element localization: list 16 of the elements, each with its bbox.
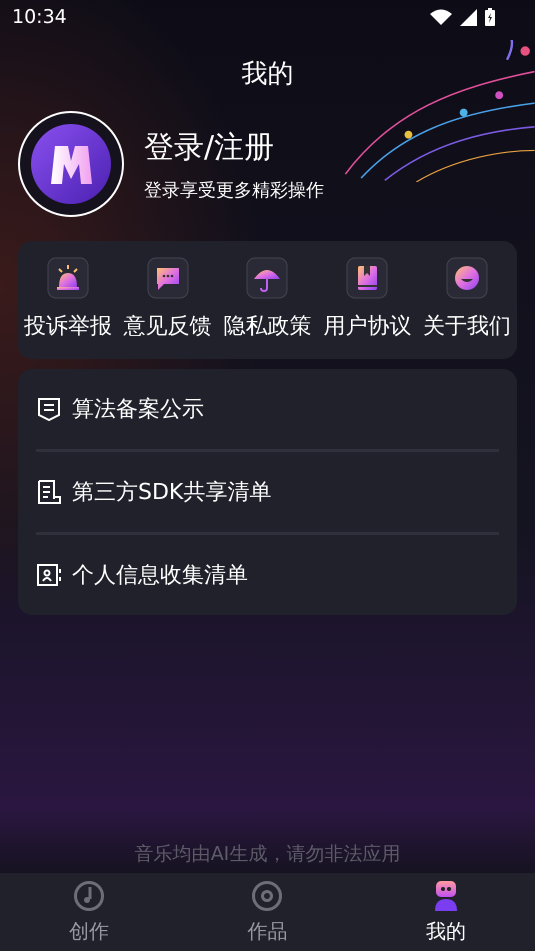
login-hint: 登录享受更多精彩操作: [144, 178, 324, 202]
shortcut-item[interactable]: 用户协议: [317, 257, 418, 341]
login-register-link[interactable]: 登录/注册: [144, 126, 324, 168]
shortcut-item[interactable]: 意见反馈: [118, 257, 218, 341]
nav-tab[interactable]: 作品: [178, 873, 357, 951]
nav-tab[interactable]: 我的: [356, 873, 535, 951]
disclaimer-text: 音乐均由AI生成，请勿非法应用: [134, 842, 400, 867]
shortcut-item[interactable]: 关于我们: [417, 257, 517, 341]
nav-tab[interactable]: 创作: [0, 873, 178, 951]
shortcut-item[interactable]: 投诉举报: [18, 257, 118, 341]
shortcut-item[interactable]: 隐私政策: [218, 257, 318, 341]
menu-item[interactable]: 个人信息收集清单: [36, 535, 499, 615]
menu-item[interactable]: 第三方SDK共享清单: [36, 452, 499, 532]
page-title: 我的: [242, 58, 294, 91]
status-time: 10:34: [12, 6, 67, 28]
menu-item[interactable]: 算法备案公示: [36, 369, 499, 449]
